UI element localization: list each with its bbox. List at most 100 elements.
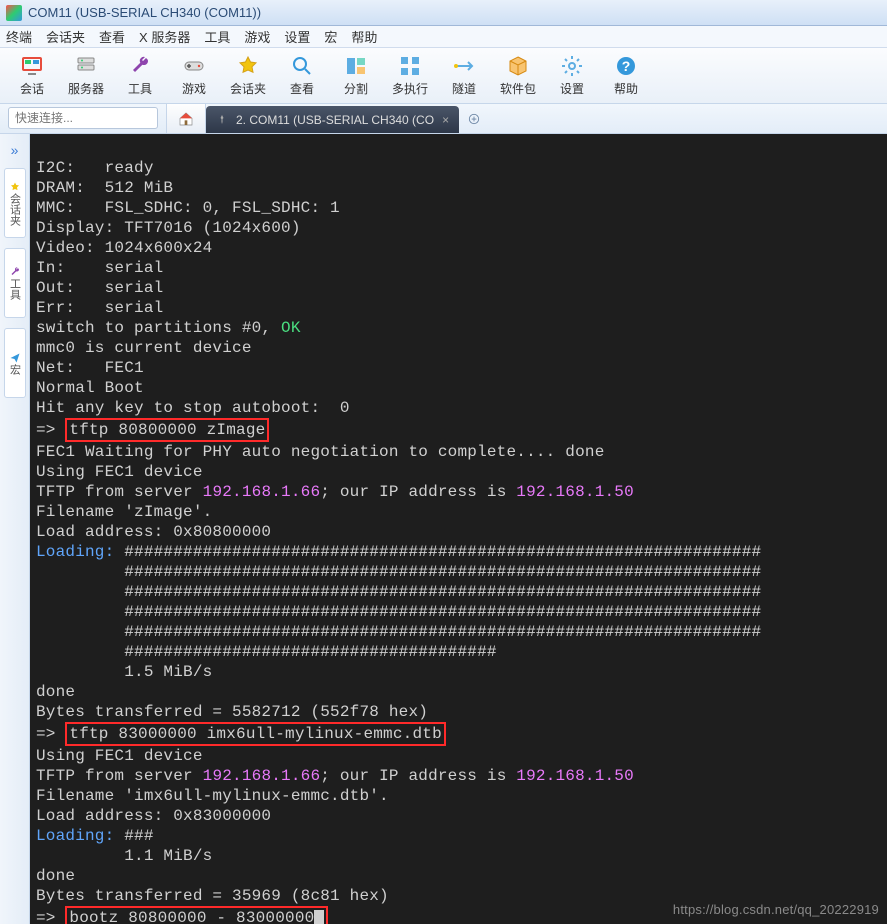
help-label: 帮助 bbox=[614, 80, 638, 97]
term-line: FEC1 Waiting for PHY auto negotiation to… bbox=[36, 443, 605, 461]
menu-tools[interactable]: 工具 bbox=[204, 27, 230, 46]
term-line: DRAM: 512 MiB bbox=[36, 179, 173, 197]
menu-terminal[interactable]: 终端 bbox=[6, 27, 32, 46]
menu-bar: 终端 会话夹 查看 X 服务器 工具 游戏 设置 宏 帮助 bbox=[0, 26, 887, 48]
games-label: 游戏 bbox=[182, 80, 206, 97]
sidebar-tools-label: 工具 bbox=[7, 278, 23, 300]
term-line: done bbox=[36, 683, 75, 701]
term-line: => bootz 80800000 - 83000000 bbox=[36, 909, 328, 924]
term-line: 1.5 MiB/s bbox=[36, 663, 212, 681]
multiexec-button[interactable]: 多执行 bbox=[386, 52, 434, 100]
sessions-folder-button[interactable]: 会话夹 bbox=[224, 52, 272, 100]
gear-icon bbox=[560, 54, 584, 78]
term-line: switch to partitions #0, OK bbox=[36, 319, 301, 337]
menu-view[interactable]: 查看 bbox=[99, 27, 125, 46]
term-line: ###################################### bbox=[36, 643, 497, 661]
term-line: Net: FEC1 bbox=[36, 359, 144, 377]
split-button[interactable]: 分割 bbox=[332, 52, 380, 100]
view-label: 查看 bbox=[290, 80, 314, 97]
tunneling-label: 隧道 bbox=[452, 80, 476, 97]
sessions-label: 会话 bbox=[20, 80, 44, 97]
menu-xserver[interactable]: X 服务器 bbox=[139, 27, 190, 46]
menu-games[interactable]: 游戏 bbox=[244, 27, 270, 46]
title-bar: COM11 (USB-SERIAL CH340 (COM11)) bbox=[0, 0, 887, 26]
term-line: Video: 1024x600x24 bbox=[36, 239, 212, 257]
term-line: => tftp 83000000 imx6ull-mylinux-emmc.dt… bbox=[36, 725, 446, 743]
menu-macros[interactable]: 宏 bbox=[324, 27, 337, 46]
send-icon bbox=[9, 352, 21, 364]
term-line: Bytes transferred = 35969 (8c81 hex) bbox=[36, 887, 389, 905]
tab-label: 2. COM11 (USB-SERIAL CH340 (CO bbox=[236, 113, 434, 127]
svg-text:?: ? bbox=[622, 58, 631, 74]
term-line: done bbox=[36, 867, 75, 885]
app-icon bbox=[6, 5, 22, 21]
sidebar-macros-button[interactable]: 宏 bbox=[4, 328, 26, 398]
view-button[interactable]: 查看 bbox=[278, 52, 326, 100]
term-line: In: serial bbox=[36, 259, 163, 277]
sessions-button[interactable]: 会话 bbox=[8, 52, 56, 100]
tools-label: 工具 bbox=[128, 80, 152, 97]
menu-help[interactable]: 帮助 bbox=[351, 27, 377, 46]
split-label: 分割 bbox=[344, 80, 368, 97]
window-title: COM11 (USB-SERIAL CH340 (COM11)) bbox=[28, 5, 261, 20]
term-line: => tftp 80800000 zImage bbox=[36, 421, 269, 439]
term-line: Filename 'zImage'. bbox=[36, 503, 212, 521]
tools-button[interactable]: 工具 bbox=[116, 52, 164, 100]
help-button[interactable]: ? 帮助 bbox=[602, 52, 650, 100]
term-line: TFTP from server 192.168.1.66; our IP ad… bbox=[36, 767, 634, 785]
monitor-icon bbox=[20, 54, 44, 78]
add-tab-button[interactable] bbox=[459, 104, 489, 133]
term-line: Err: serial bbox=[36, 299, 163, 317]
servers-button[interactable]: 服务器 bbox=[62, 52, 110, 100]
server-icon bbox=[74, 54, 98, 78]
tool-bar: 会话 服务器 工具 游戏 会话夹 查看 分割 多执行 隧道 软件包 设置 ? bbox=[0, 48, 887, 104]
quick-connect-wrapper[interactable] bbox=[8, 107, 158, 129]
menu-sessions[interactable]: 会话夹 bbox=[46, 27, 85, 46]
packages-label: 软件包 bbox=[500, 80, 536, 97]
terminal[interactable]: I2C: ready DRAM: 512 MiB MMC: FSL_SDHC: … bbox=[30, 134, 887, 924]
highlight-cmd1: tftp 80800000 zImage bbox=[65, 418, 269, 442]
sessions-folder-label: 会话夹 bbox=[230, 80, 266, 97]
sidebar-toggle-button[interactable]: » bbox=[11, 142, 19, 158]
quick-connect-input[interactable] bbox=[15, 111, 151, 125]
settings-label: 设置 bbox=[560, 80, 584, 97]
sidebar-sessions-button[interactable]: 会话夹 bbox=[4, 168, 26, 238]
content: » 会话夹 工具 宏 I2C: ready DRAM: 512 MiB MMC:… bbox=[0, 134, 887, 924]
term-line: ########################################… bbox=[36, 603, 761, 621]
term-line: Bytes transferred = 5582712 (552f78 hex) bbox=[36, 703, 428, 721]
tab-bar: 2. COM11 (USB-SERIAL CH340 (CO × bbox=[0, 104, 887, 134]
highlight-cmd2: tftp 83000000 imx6ull-mylinux-emmc.dtb bbox=[65, 722, 445, 746]
package-icon bbox=[506, 54, 530, 78]
tab-com11[interactable]: 2. COM11 (USB-SERIAL CH340 (CO × bbox=[206, 106, 459, 133]
term-line: Loading: ###############################… bbox=[36, 543, 761, 561]
tunneling-button[interactable]: 隧道 bbox=[440, 52, 488, 100]
settings-button[interactable]: 设置 bbox=[548, 52, 596, 100]
term-line: Display: TFT7016 (1024x600) bbox=[36, 219, 301, 237]
term-line: Using FEC1 device bbox=[36, 463, 203, 481]
packages-button[interactable]: 软件包 bbox=[494, 52, 542, 100]
star-icon bbox=[9, 181, 21, 193]
star-icon bbox=[236, 54, 260, 78]
sidebar-tools-button[interactable]: 工具 bbox=[4, 248, 26, 318]
term-line: Load address: 0x83000000 bbox=[36, 807, 271, 825]
wrench-icon bbox=[9, 266, 21, 278]
servers-label: 服务器 bbox=[68, 80, 104, 97]
menu-settings[interactable]: 设置 bbox=[284, 27, 310, 46]
term-line: ########################################… bbox=[36, 563, 761, 581]
games-button[interactable]: 游戏 bbox=[170, 52, 218, 100]
term-line: 1.1 MiB/s bbox=[36, 847, 212, 865]
wrench-icon bbox=[128, 54, 152, 78]
term-line: TFTP from server 192.168.1.66; our IP ad… bbox=[36, 483, 634, 501]
tunnel-icon bbox=[452, 54, 476, 78]
pin-icon bbox=[216, 114, 228, 126]
tab-close-button[interactable]: × bbox=[442, 113, 449, 127]
sidebar: » 会话夹 工具 宏 bbox=[0, 134, 30, 924]
home-icon bbox=[178, 111, 194, 127]
home-tab[interactable] bbox=[166, 104, 206, 133]
term-line: Using FEC1 device bbox=[36, 747, 203, 765]
cursor bbox=[314, 910, 324, 924]
help-icon: ? bbox=[614, 54, 638, 78]
multiexec-icon bbox=[398, 54, 422, 78]
term-line: ########################################… bbox=[36, 583, 761, 601]
sidebar-sessions-label: 会话夹 bbox=[7, 193, 23, 226]
